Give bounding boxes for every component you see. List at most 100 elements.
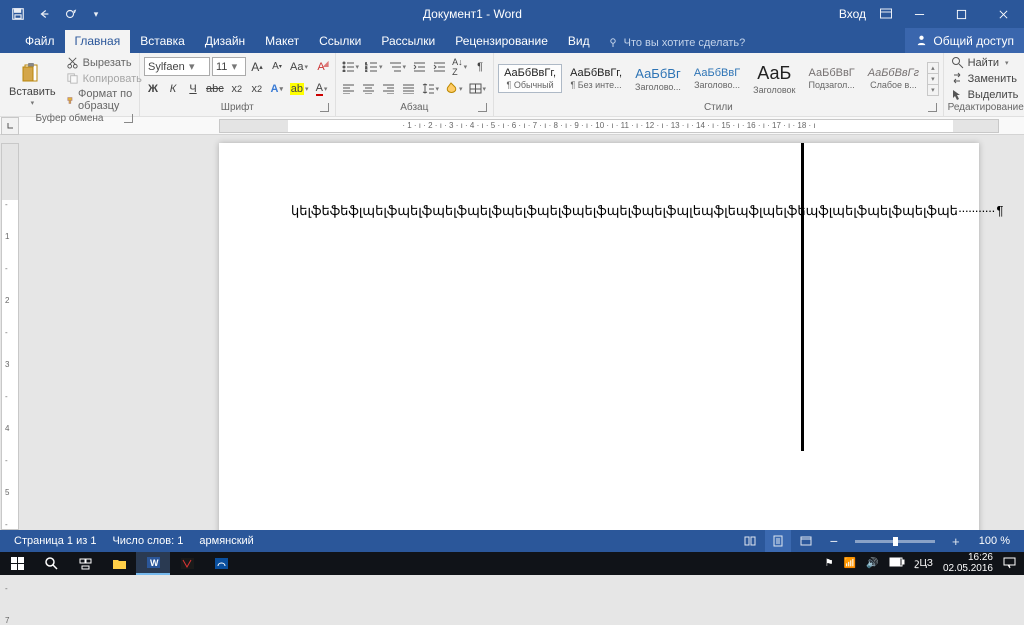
login-label: Вход bbox=[839, 7, 866, 21]
font-launcher-icon[interactable] bbox=[320, 103, 329, 112]
tab-home[interactable]: Главная bbox=[65, 30, 131, 53]
file-explorer-taskbar[interactable] bbox=[102, 552, 136, 575]
tab-layout[interactable]: Макет bbox=[255, 30, 309, 53]
align-center-button[interactable] bbox=[360, 79, 378, 98]
zoom-level[interactable]: 100 % bbox=[971, 535, 1018, 547]
style-subtitle[interactable]: АаБбВвГПодзагол... bbox=[803, 65, 859, 92]
zoom-slider[interactable] bbox=[855, 540, 935, 543]
decrease-indent-button[interactable] bbox=[410, 57, 428, 76]
justify-button[interactable] bbox=[400, 79, 418, 98]
close-button[interactable] bbox=[982, 0, 1024, 28]
sort-button[interactable]: A↓Z bbox=[450, 57, 469, 76]
show-marks-button[interactable]: ¶ bbox=[471, 57, 489, 76]
superscript-button[interactable]: x2 bbox=[248, 79, 266, 98]
styles-launcher-icon[interactable] bbox=[928, 103, 937, 112]
vertical-line-object[interactable] bbox=[801, 143, 804, 451]
minimize-button[interactable] bbox=[898, 0, 940, 28]
zoom-in-button[interactable]: + bbox=[943, 530, 969, 552]
decrease-font-button[interactable]: A▾ bbox=[268, 57, 286, 76]
zoom-out-button[interactable]: − bbox=[821, 530, 847, 552]
style-heading1[interactable]: АаБбВгЗаголово... bbox=[630, 64, 686, 94]
document-page[interactable]: կելֆեֆեֆլպելֆպելֆպելֆպելֆպելֆպելֆպելֆպել… bbox=[219, 143, 979, 530]
font-family-select[interactable]: Sylfaen▾ bbox=[144, 57, 210, 76]
style-heading2[interactable]: АаБбВвГЗаголово... bbox=[689, 65, 745, 92]
cut-button[interactable]: Вырезать bbox=[64, 55, 144, 70]
find-button[interactable]: Найти▾ bbox=[948, 55, 1024, 70]
search-taskbar-button[interactable] bbox=[34, 552, 68, 575]
print-layout-button[interactable] bbox=[765, 530, 791, 552]
multilevel-list-button[interactable] bbox=[387, 57, 409, 76]
paste-button[interactable]: Вставить▾ bbox=[4, 60, 61, 108]
clipboard-launcher-icon[interactable] bbox=[124, 114, 133, 123]
styles-row-down-icon[interactable]: ▾ bbox=[928, 73, 938, 84]
style-no-spacing[interactable]: АаБбВвГг,¶ Без инте... bbox=[565, 65, 627, 92]
style-title[interactable]: АаБЗаголовок bbox=[748, 61, 800, 97]
style-subtle-emphasis[interactable]: АаБбВвГгСлабое в... bbox=[863, 65, 924, 92]
numbering-button[interactable]: 123 bbox=[363, 57, 385, 76]
undo-icon[interactable] bbox=[32, 2, 56, 26]
clear-format-button[interactable]: A◢ bbox=[312, 57, 330, 76]
redo-icon[interactable] bbox=[58, 2, 82, 26]
copy-button[interactable]: Копировать bbox=[64, 71, 144, 86]
select-button[interactable]: Выделить▾ bbox=[948, 87, 1024, 102]
increase-font-button[interactable]: A▴ bbox=[248, 57, 266, 76]
highlight-button[interactable]: ab bbox=[288, 79, 311, 98]
tab-mailings[interactable]: Рассылки bbox=[371, 30, 445, 53]
tray-battery-icon[interactable] bbox=[889, 557, 905, 570]
task-view-button[interactable] bbox=[68, 552, 102, 575]
action-center-icon[interactable] bbox=[1003, 556, 1016, 572]
language-status[interactable]: армянский bbox=[191, 535, 261, 547]
share-button[interactable]: Общий доступ bbox=[905, 28, 1024, 53]
styles-expand-icon[interactable]: ▾ bbox=[928, 84, 938, 95]
bullets-button[interactable] bbox=[340, 57, 362, 76]
replace-button[interactable]: Заменить bbox=[948, 71, 1024, 86]
change-case-button[interactable]: Aa bbox=[288, 57, 310, 76]
app-taskbar-2[interactable] bbox=[204, 552, 238, 575]
align-left-button[interactable] bbox=[340, 79, 358, 98]
qat-dropdown-icon[interactable]: ▾ bbox=[84, 2, 108, 26]
login-button[interactable]: Вход bbox=[831, 7, 874, 21]
tray-clock[interactable]: 16:2602.05.2016 bbox=[943, 553, 993, 574]
subscript-button[interactable]: x2 bbox=[228, 79, 246, 98]
word-taskbar[interactable]: W bbox=[136, 552, 170, 575]
style-normal[interactable]: АаБбВвГг,¶ Обычный bbox=[498, 64, 562, 93]
tab-references[interactable]: Ссылки bbox=[309, 30, 371, 53]
horizontal-ruler[interactable]: · 1 · ı · 2 · ı · 3 · ı · 4 · ı · 5 · ı … bbox=[219, 119, 999, 133]
font-color-button[interactable]: A bbox=[313, 79, 331, 98]
word-count[interactable]: Число слов: 1 bbox=[104, 535, 191, 547]
vertical-ruler[interactable]: -1-2-3-4-5-6-7 bbox=[1, 143, 19, 530]
tray-flag-icon[interactable]: ⚑ bbox=[825, 558, 834, 569]
tray-wifi-icon[interactable]: 📶 bbox=[844, 558, 856, 569]
align-right-button[interactable] bbox=[380, 79, 398, 98]
text-effects-button[interactable]: A bbox=[268, 79, 286, 98]
tray-language[interactable]: շЦЗ bbox=[915, 558, 933, 569]
shading-button[interactable] bbox=[443, 79, 465, 98]
tell-me-box[interactable]: Что вы хотите сделать? bbox=[600, 33, 754, 53]
ribbon-options-icon[interactable] bbox=[874, 2, 898, 26]
web-layout-button[interactable] bbox=[793, 530, 819, 552]
tab-file[interactable]: Файл bbox=[15, 30, 65, 53]
tab-insert[interactable]: Вставка bbox=[130, 30, 195, 53]
document-text[interactable]: կելֆեֆեֆլպելֆպելֆպելֆպելֆպելֆպելֆպելֆպել… bbox=[291, 203, 1004, 219]
tab-view[interactable]: Вид bbox=[558, 30, 600, 53]
increase-indent-button[interactable] bbox=[430, 57, 448, 76]
format-painter-button[interactable]: Формат по образцу bbox=[64, 87, 144, 113]
line-spacing-button[interactable] bbox=[420, 79, 442, 98]
underline-button[interactable]: Ч bbox=[184, 79, 202, 98]
maximize-button[interactable] bbox=[940, 0, 982, 28]
font-size-select[interactable]: 11▾ bbox=[212, 57, 246, 76]
borders-button[interactable] bbox=[467, 79, 489, 98]
paragraph-launcher-icon[interactable] bbox=[478, 103, 487, 112]
read-mode-button[interactable] bbox=[737, 530, 763, 552]
styles-row-up-icon[interactable]: ▴ bbox=[928, 63, 938, 73]
page-count[interactable]: Страница 1 из 1 bbox=[6, 535, 104, 547]
save-icon[interactable] bbox=[6, 2, 30, 26]
start-button[interactable] bbox=[0, 552, 34, 575]
tab-review[interactable]: Рецензирование bbox=[445, 30, 558, 53]
tab-design[interactable]: Дизайн bbox=[195, 30, 255, 53]
strikethrough-button[interactable]: abc bbox=[204, 79, 226, 98]
app-taskbar-1[interactable] bbox=[170, 552, 204, 575]
bold-button[interactable]: Ж bbox=[144, 79, 162, 98]
tray-volume-icon[interactable]: 🔊 bbox=[866, 558, 878, 569]
italic-button[interactable]: К bbox=[164, 79, 182, 98]
